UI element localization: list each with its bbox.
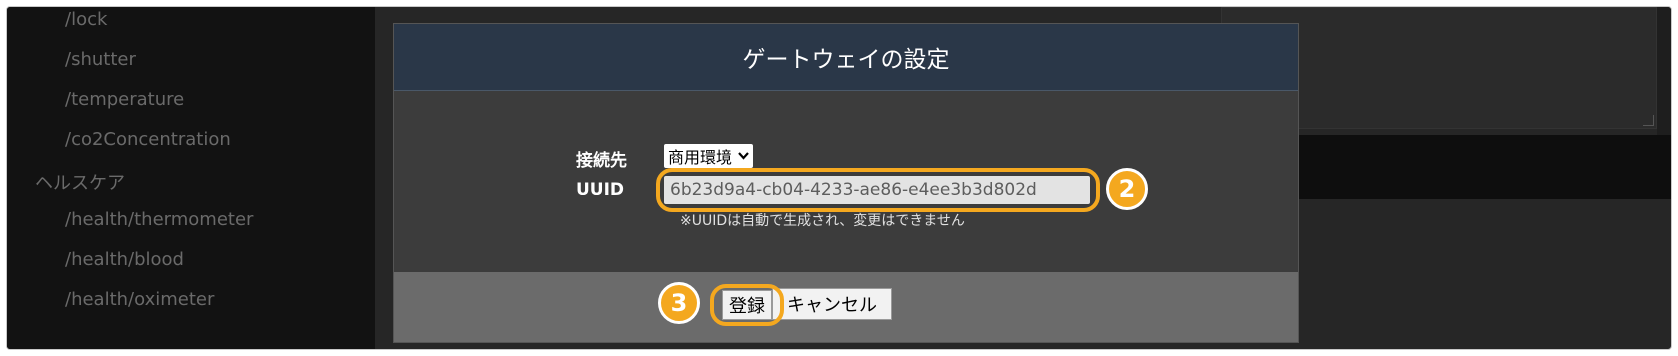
sidebar-item-health-oximeter[interactable]: /health/oximeter [65,289,214,310]
modal-header: ゲートウェイの設定 [394,24,1298,91]
uuid-note: ※UUIDは自動で生成され、変更はできません [680,213,965,229]
scrollbar[interactable] [1657,7,1671,135]
sidebar-item-lock[interactable]: /lock [65,9,107,30]
sidebar-item-health-thermometer[interactable]: /health/thermometer [65,209,253,230]
highlight-ring-register [710,284,784,326]
resize-grip-icon[interactable] [1643,115,1654,126]
sidebar-item-health-blood[interactable]: /health/blood [65,249,184,270]
sidebar-item-shutter[interactable]: /shutter [65,49,136,70]
step-badge-2: 2 [1106,168,1148,210]
step-badge-3: 3 [658,282,700,324]
destination-label: 接続先 [576,151,627,171]
highlight-ring-uuid [656,168,1100,212]
sidebar: /lock /shutter /temperature /co2Concentr… [7,7,375,349]
chevron-down-icon [738,152,749,160]
destination-select-value: 商用環境 [668,148,733,167]
sidebar-item-co2concentration[interactable]: /co2Concentration [65,129,231,150]
sidebar-item-temperature[interactable]: /temperature [65,89,184,110]
destination-select[interactable]: 商用環境 [664,144,754,168]
app-window: /lock /shutter /temperature /co2Concentr… [6,6,1672,350]
modal-title: ゲートウェイの設定 [742,47,950,73]
uuid-label: UUID [576,180,625,200]
sidebar-section-healthcare: ヘルスケア [35,173,125,194]
cancel-button[interactable]: キャンセル [772,288,892,320]
gateway-settings-modal: ゲートウェイの設定 接続先 商用環境 UUID 6b23d9a4-cb04-42… [393,23,1299,343]
